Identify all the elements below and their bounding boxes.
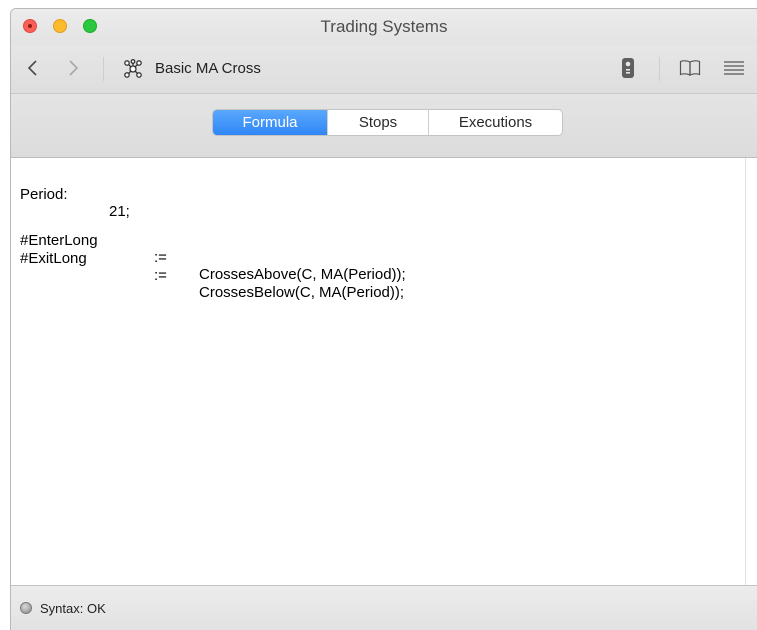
chevron-left-icon [27,60,37,76]
code-operator: := [154,249,167,266]
app-window: Trading Systems Basic MA Cross Formula S… [10,8,757,630]
title-bar: Trading Systems [11,9,757,45]
vertical-scrollbar[interactable] [745,158,757,585]
back-button[interactable] [23,57,43,79]
toolbar-divider [659,57,660,81]
code-value: CrossesAbove(C, MA(Period)); [199,266,406,283]
code-value: 21; [109,203,130,220]
chevron-right-icon [69,60,79,76]
window-title: Trading Systems [320,17,448,36]
toolbar: Basic MA Cross [11,45,757,94]
book-icon[interactable] [679,59,701,77]
tab-strip: Formula Stops Executions [11,94,757,158]
status-bar: Syntax: OK [11,585,757,630]
tab-stops[interactable]: Stops [327,110,428,135]
document-title: Basic MA Cross [155,60,261,77]
code-identifier: Period: [20,186,68,203]
tab-formula[interactable]: Formula [213,110,327,135]
status-text: Syntax: OK [40,601,106,616]
tab-segmented-control: Formula Stops Executions [212,109,563,136]
code-operator: := [154,267,167,284]
code-identifier: #ExitLong [20,250,87,267]
code-line: #EnterLong := CrossesAbove(C, MA(Period)… [20,215,406,283]
tab-executions[interactable]: Executions [428,110,562,135]
list-icon[interactable] [723,60,745,76]
formula-editor[interactable]: Period: 21; #EnterLong := CrossesAbove(C… [11,158,745,585]
code-line: Period: 21; [20,169,130,220]
remote-icon[interactable] [621,57,635,79]
network-nodes-icon [123,59,143,79]
toolbar-divider [103,57,104,81]
forward-button[interactable] [63,57,83,79]
code-line: #ExitLong := CrossesBelow(C, MA(Period))… [20,233,404,301]
code-value: CrossesBelow(C, MA(Period)); [199,284,405,301]
status-indicator-icon [20,602,32,614]
